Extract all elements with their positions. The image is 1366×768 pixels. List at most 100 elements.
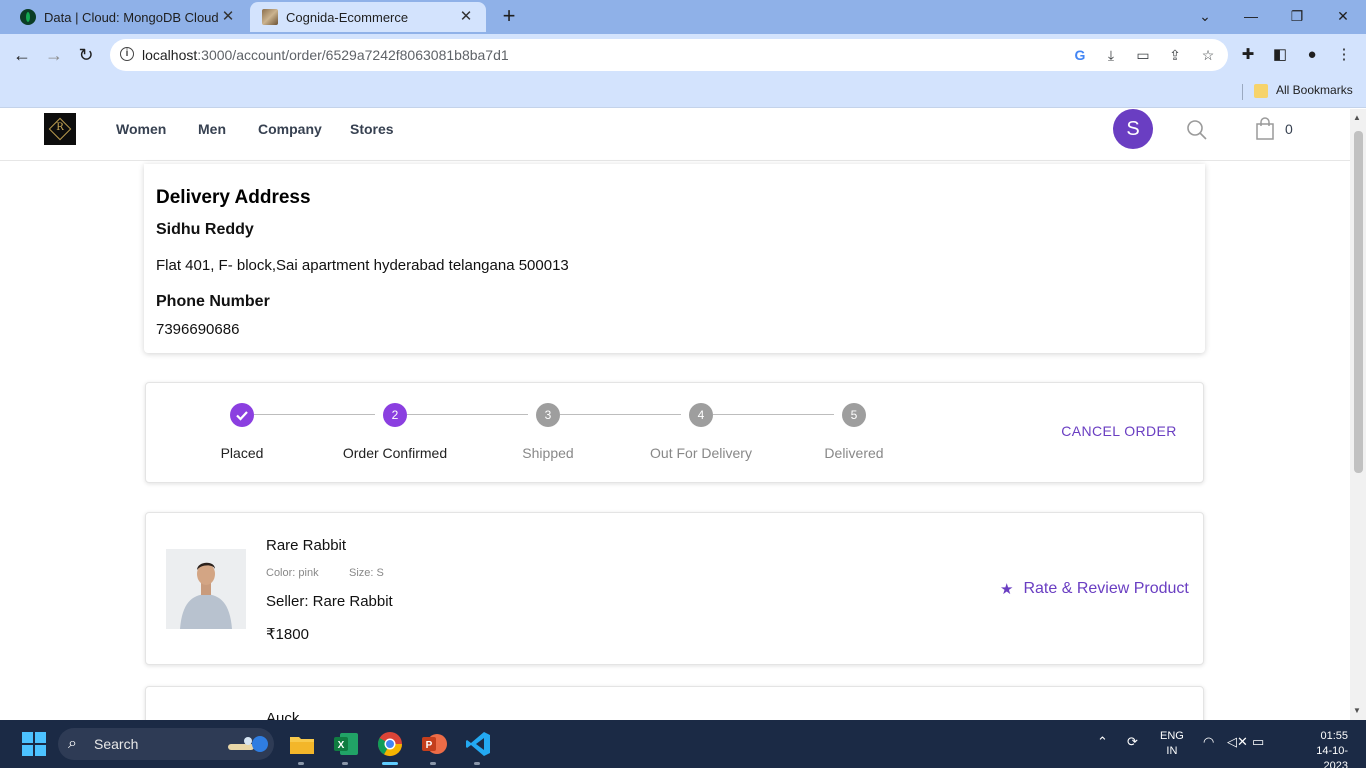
svg-text:X: X	[338, 740, 345, 751]
excel-icon[interactable]: X	[332, 730, 360, 758]
taskbar-search[interactable]: ⌕ Search	[58, 728, 274, 760]
vscode-icon[interactable]	[464, 730, 492, 758]
step-label-order-confirmed: Order Confirmed	[342, 445, 448, 461]
language-indicator[interactable]: ENG IN	[1160, 729, 1184, 759]
windows-start-icon[interactable]	[20, 730, 48, 758]
nav-company[interactable]: Company	[258, 121, 322, 137]
nav-men[interactable]: Men	[198, 121, 226, 137]
shopping-bag-icon[interactable]	[1255, 117, 1275, 141]
phone-value: 7396690686	[156, 321, 240, 338]
app-indicator	[430, 762, 436, 765]
sync-icon[interactable]: ⟳	[1127, 734, 1138, 750]
tab-title: Data | Cloud: MongoDB Cloud	[44, 9, 219, 25]
search-highlight-icon	[228, 736, 268, 752]
battery-icon[interactable]: ▭	[1252, 734, 1264, 750]
back-icon[interactable]: ←	[10, 43, 34, 67]
restore-button[interactable]: ❐	[1277, 4, 1317, 28]
address-line: Flat 401, F- block,Sai apartment hyderab…	[156, 257, 569, 274]
new-tab-button[interactable]: +	[498, 5, 520, 28]
order-item-card: Rare Rabbit Color: pink Size: S Seller: …	[145, 512, 1204, 665]
search-icon: ⌕	[68, 735, 77, 752]
menu-icon[interactable]: ⋮	[1334, 45, 1354, 65]
product-size: Size: S	[349, 567, 384, 579]
clock[interactable]: 01:55 14-10-2023	[1296, 729, 1348, 768]
divider	[1242, 84, 1243, 100]
tab-search-icon[interactable]: ⌄	[1185, 4, 1225, 28]
scrollbar-thumb[interactable]	[1354, 131, 1363, 473]
recipient-name: Sidhu Reddy	[156, 221, 254, 238]
profile-icon[interactable]: ●	[1302, 45, 1322, 65]
tab-cognida[interactable]: Cognida-Ecommerce ✕	[250, 2, 486, 32]
taskbar: ⌕ Search X P ⌃ ⟳ ENG IN ◠ ◁✕ ▭ 01:55 14-…	[0, 720, 1366, 768]
mongodb-leaf-icon	[20, 9, 36, 25]
product-seller: Seller: Rare Rabbit	[266, 593, 393, 610]
svg-text:P: P	[426, 740, 433, 751]
extensions-icon[interactable]: ✚	[1238, 45, 1258, 65]
step-connector	[560, 414, 681, 415]
close-icon[interactable]: ✕	[458, 9, 474, 25]
tab-title: Cognida-Ecommerce	[286, 9, 409, 25]
app-indicator	[342, 762, 348, 765]
reload-icon[interactable]: ↻	[74, 43, 98, 67]
close-icon[interactable]: ✕	[220, 9, 236, 25]
product-name[interactable]: Auck	[266, 710, 299, 720]
delivery-address-title: Delivery Address	[156, 187, 311, 208]
window-close-button[interactable]: ✕	[1323, 4, 1363, 28]
address-bar[interactable]: i localhost:3000/account/order/6529a7242…	[110, 39, 1228, 71]
chevron-up-icon[interactable]: ⌃	[1097, 734, 1108, 750]
avatar[interactable]: S	[1113, 109, 1153, 149]
card-icon[interactable]: ▭	[1133, 45, 1153, 65]
page-viewport: R Women Men Company Stores S 0 Delivery …	[0, 109, 1350, 720]
cancel-order-button[interactable]: CANCEL ORDER	[1054, 423, 1184, 439]
folder-icon	[1254, 84, 1268, 98]
file-explorer-icon[interactable]	[288, 730, 316, 758]
step-label-delivered: Delivered	[824, 445, 884, 461]
tab-mongodb[interactable]: Data | Cloud: MongoDB Cloud ✕	[8, 2, 248, 32]
step-connector	[407, 414, 528, 415]
side-panel-icon[interactable]: ◧	[1270, 45, 1290, 65]
product-image[interactable]	[166, 549, 246, 629]
cart-count: 0	[1285, 121, 1293, 137]
bookmarks-bar: All Bookmarks	[0, 76, 1366, 108]
google-icon[interactable]: G	[1070, 45, 1090, 65]
step-connector	[254, 414, 375, 415]
site-logo[interactable]: R	[44, 113, 76, 145]
scroll-up-icon[interactable]: ▲	[1353, 113, 1361, 122]
app-indicator	[474, 762, 480, 765]
powerpoint-icon[interactable]: P	[420, 730, 448, 758]
minimize-button[interactable]: —	[1231, 4, 1271, 28]
forward-icon[interactable]: →	[42, 43, 66, 67]
rate-review-link[interactable]: ★ Rate & Review Product	[1000, 580, 1189, 598]
share-icon[interactable]: ⇪	[1165, 45, 1185, 65]
all-bookmarks-button[interactable]: All Bookmarks	[1276, 83, 1353, 97]
order-status-stepper: 2 3 4 5 Placed Order Confirmed Shipped O…	[145, 382, 1204, 483]
step-number: 3	[536, 403, 560, 427]
wifi-icon[interactable]: ◠	[1203, 734, 1214, 750]
order-item-card: Auck	[145, 686, 1204, 720]
product-name[interactable]: Rare Rabbit	[266, 537, 346, 554]
product-price: ₹1800	[266, 626, 309, 643]
site-info-icon[interactable]: i	[120, 47, 134, 61]
speaker-muted-icon[interactable]: ◁✕	[1227, 734, 1248, 750]
step-number: 4	[689, 403, 713, 427]
url-text[interactable]: localhost:3000/account/order/6529a7242f8…	[142, 47, 509, 63]
nav-stores[interactable]: Stores	[350, 121, 394, 137]
app-indicator-active	[382, 762, 398, 765]
nav-women[interactable]: Women	[116, 121, 166, 137]
app-indicator	[298, 762, 304, 765]
step-number: 5	[842, 403, 866, 427]
delivery-address-card: Delivery Address Sidhu Reddy Flat 401, F…	[144, 164, 1205, 353]
site-header: R Women Men Company Stores S 0	[0, 109, 1350, 161]
scroll-down-icon[interactable]: ▼	[1353, 706, 1361, 715]
product-color: Color: pink	[266, 567, 319, 579]
install-icon[interactable]: ⤓	[1101, 45, 1121, 65]
phone-label: Phone Number	[156, 293, 270, 310]
page-scrollbar[interactable]: ▲ ▼	[1350, 109, 1366, 720]
taskbar-search-label: Search	[94, 736, 139, 752]
chrome-icon[interactable]	[376, 730, 404, 758]
step-label-placed: Placed	[220, 445, 264, 461]
search-icon[interactable]	[1186, 119, 1208, 141]
bookmark-star-icon[interactable]: ☆	[1198, 45, 1218, 65]
step-label-shipped: Shipped	[522, 445, 574, 461]
browser-tabstrip: Data | Cloud: MongoDB Cloud ✕ Cognida-Ec…	[0, 0, 1366, 34]
